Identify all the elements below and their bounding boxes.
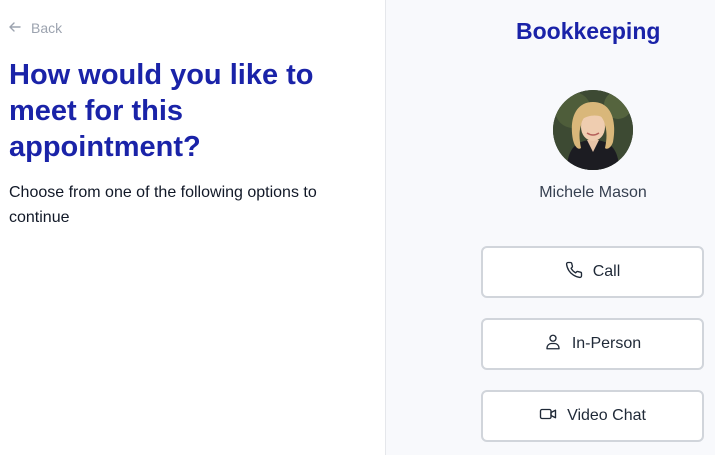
- video-chat-option-label: Video Chat: [567, 407, 646, 424]
- in-person-option-button[interactable]: In-Person: [481, 318, 704, 370]
- back-label: Back: [31, 20, 63, 36]
- right-panel: Bookkeeping Michele Mason Call In-Person…: [385, 0, 715, 455]
- page-heading: How would you like to meet for this appo…: [9, 59, 314, 163]
- video-chat-option-button[interactable]: Video Chat: [481, 390, 704, 442]
- instruction-text: Choose from one of the following options…: [9, 184, 317, 226]
- call-option-label: Call: [592, 263, 621, 280]
- service-title: Bookkeeping: [516, 18, 661, 44]
- phone-icon: [565, 261, 583, 284]
- arrow-left-icon: [9, 20, 21, 36]
- left-panel: Back How would you like to meet for this…: [0, 0, 385, 455]
- back-link[interactable]: Back: [9, 20, 62, 36]
- avatar: [553, 90, 633, 170]
- user-icon: [544, 333, 562, 356]
- in-person-option-label: In-Person: [571, 335, 642, 352]
- call-option-button[interactable]: Call: [481, 246, 704, 298]
- provider-name: Michele Mason: [539, 184, 647, 201]
- video-icon: [539, 405, 557, 428]
